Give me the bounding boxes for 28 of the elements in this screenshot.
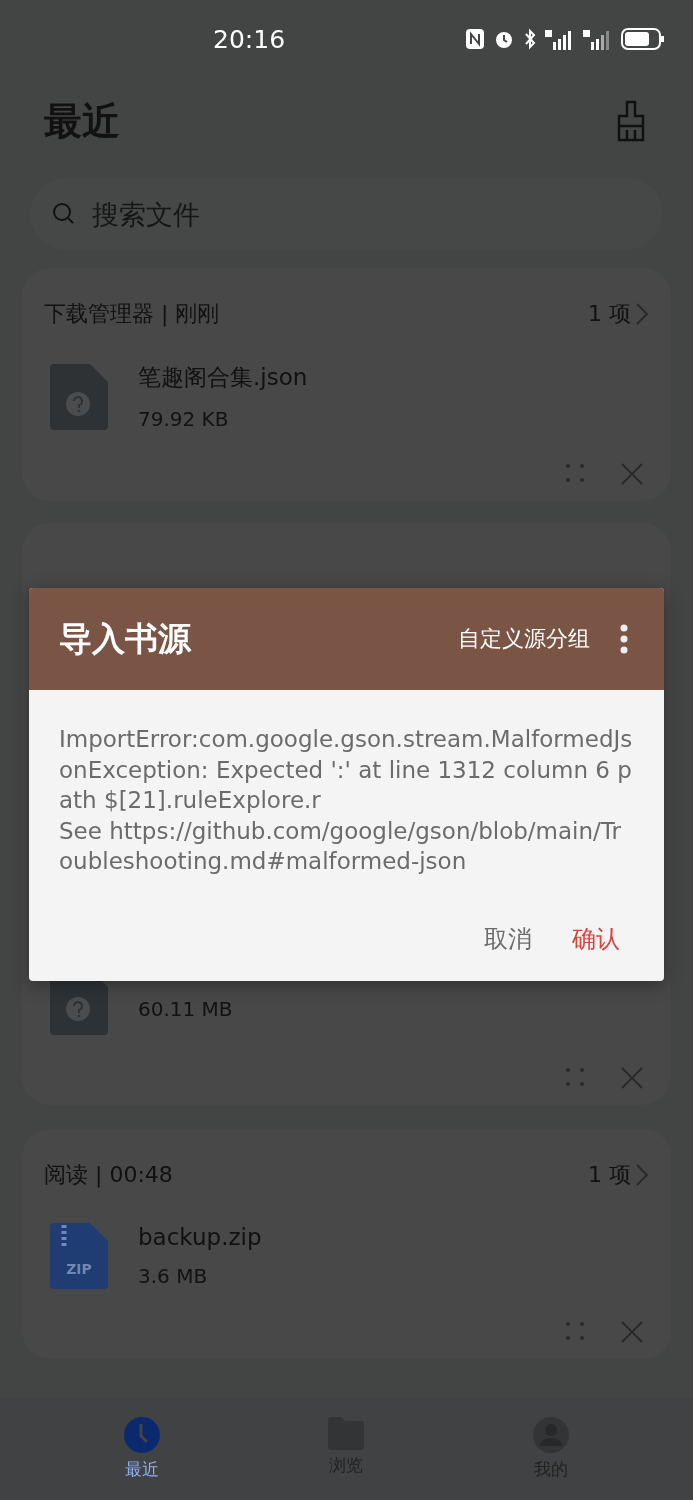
search-icon — [52, 202, 76, 226]
person-icon — [531, 1416, 570, 1454]
unknown-file-icon — [50, 363, 108, 430]
dialog-title: 导入书源 — [59, 617, 192, 660]
file-type-label: ZIP — [65, 1261, 93, 1277]
group-title: 阅读 | 00:48 — [44, 1161, 173, 1190]
cancel-button[interactable]: 取消 — [470, 914, 546, 963]
clock-icon — [123, 1416, 162, 1454]
error-message: ImportError:com.google.gson.stream.MalformedJsonException: Expected ':' at line 1312 column 6 path $[21].ruleExplore.r See https://github.com/google/gson/blob/main/Troubleshooting.md#malformed-json — [58, 725, 634, 876]
close-icon[interactable] — [621, 463, 643, 485]
chevron-right-icon — [635, 1163, 649, 1187]
brush-icon[interactable] — [615, 100, 647, 142]
more-icon[interactable] — [620, 624, 628, 654]
battery-icon — [621, 28, 665, 50]
bluetooth-icon — [523, 28, 537, 50]
close-icon[interactable] — [621, 1067, 643, 1089]
chevron-right-icon — [635, 302, 649, 326]
dots-icon[interactable] — [565, 1321, 585, 1341]
status-time: 20:16 — [213, 24, 286, 54]
file-name: backup.zip — [138, 1224, 262, 1250]
close-icon[interactable] — [621, 1321, 643, 1343]
nav-tab[interactable]: 最近 — [87, 1398, 198, 1500]
dots-icon[interactable] — [565, 1067, 585, 1087]
custom-group-button[interactable]: 自定义源分组 — [444, 616, 604, 662]
dots-icon[interactable] — [565, 463, 585, 483]
zip-file-icon — [50, 1223, 108, 1289]
confirm-button[interactable]: 确认 — [558, 914, 634, 963]
nfc-icon — [465, 28, 485, 50]
